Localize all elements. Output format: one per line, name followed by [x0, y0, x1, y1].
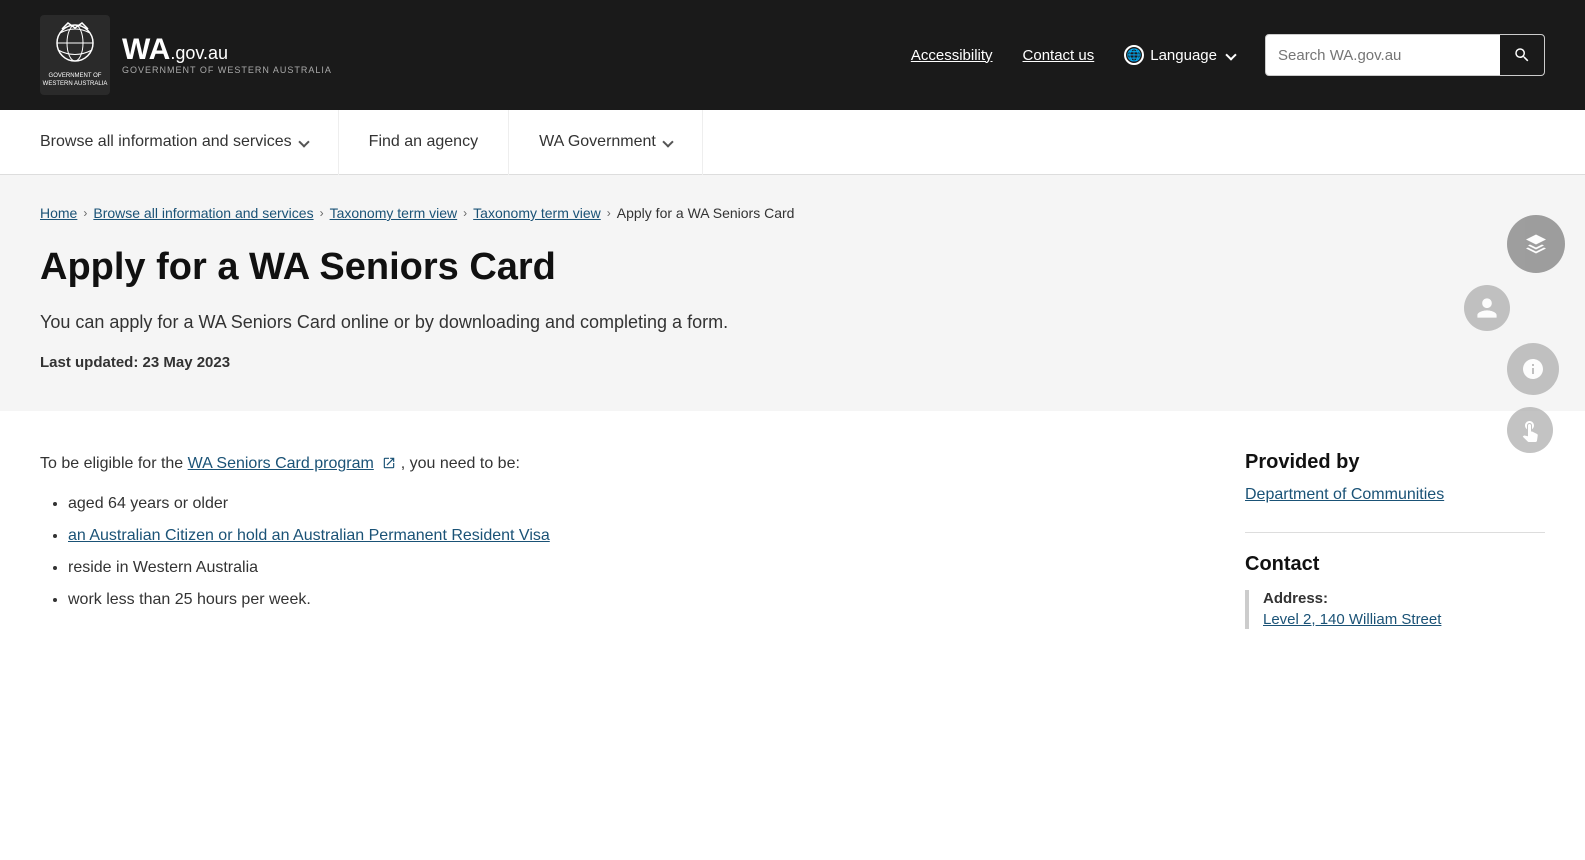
contact-title: Contact: [1245, 553, 1545, 576]
breadcrumb: Home › Browse all information and servic…: [40, 205, 1545, 221]
nav-wa-government[interactable]: WA Government: [509, 110, 703, 175]
logo[interactable]: GOVERNMENT OF WESTERN AUSTRALIA WA.gov.a…: [40, 15, 332, 95]
list-item: an Australian Citizen or hold an Austral…: [68, 524, 1185, 548]
logo-wa: WA: [122, 33, 170, 66]
wa-emblem-icon: GOVERNMENT OF WESTERN AUSTRALIA: [40, 15, 110, 95]
contact-section: Contact Address: Level 2, 140 William St…: [1245, 532, 1545, 629]
site-header: GOVERNMENT OF WESTERN AUSTRALIA WA.gov.a…: [0, 0, 1585, 110]
logo-subtitle: GOVERNMENT OF WESTERN AUSTRALIA: [122, 65, 332, 75]
provided-by-section: Provided by Department of Communities: [1245, 451, 1545, 504]
page-subtitle: You can apply for a WA Seniors Card onli…: [40, 309, 1545, 336]
search-icon: [1513, 46, 1531, 64]
svg-text:WESTERN AUSTRALIA: WESTERN AUSTRALIA: [43, 81, 108, 87]
wa-gov-chevron-icon: [662, 136, 673, 147]
breadcrumb-home[interactable]: Home: [40, 205, 77, 221]
last-updated: Last updated: 23 May 2023: [40, 354, 1545, 371]
contact-details: Address: Level 2, 140 William Street: [1245, 590, 1545, 629]
seniors-card-program-link[interactable]: WA Seniors Card program: [188, 455, 374, 472]
browse-chevron-icon: [298, 136, 309, 147]
breadcrumb-taxonomy-2[interactable]: Taxonomy term view: [473, 205, 601, 221]
layers-button[interactable]: [1507, 215, 1565, 273]
list-item: aged 64 years or older: [68, 492, 1185, 516]
search-button[interactable]: [1500, 34, 1544, 76]
page-header: Home › Browse all information and servic…: [0, 175, 1585, 411]
svg-text:GOVERNMENT OF: GOVERNMENT OF: [49, 73, 102, 79]
breadcrumb-current: Apply for a WA Seniors Card: [617, 205, 795, 221]
language-chevron-icon: [1225, 49, 1236, 60]
page-title: Apply for a WA Seniors Card: [40, 245, 1545, 291]
info-icon: [1521, 357, 1545, 381]
breadcrumb-sep-3: ›: [463, 206, 467, 220]
info-button[interactable]: [1507, 343, 1559, 395]
language-label: Language: [1150, 47, 1217, 64]
address-label: Address:: [1263, 590, 1545, 607]
accessibility-link[interactable]: Accessibility: [911, 47, 993, 64]
person-icon: [1475, 296, 1499, 320]
search-bar: [1265, 34, 1545, 76]
provided-by-title: Provided by: [1245, 451, 1545, 474]
touch-button[interactable]: [1507, 407, 1553, 453]
permanent-resident-link[interactable]: an Australian Citizen or hold an Austral…: [68, 527, 550, 544]
person-button[interactable]: [1464, 285, 1510, 331]
sidebar: Provided by Department of Communities Co…: [1245, 451, 1545, 643]
touch-icon: [1518, 418, 1542, 442]
breadcrumb-sep-1: ›: [83, 206, 87, 220]
logo-domain: .gov.au: [170, 43, 228, 63]
provider-link[interactable]: Department of Communities: [1245, 486, 1444, 503]
breadcrumb-browse[interactable]: Browse all information and services: [93, 205, 313, 221]
contact-link[interactable]: Contact us: [1023, 47, 1095, 64]
breadcrumb-sep-2: ›: [320, 206, 324, 220]
side-buttons: [1507, 215, 1565, 453]
globe-icon: 🌐: [1124, 45, 1144, 65]
top-nav: Browse all information and services Find…: [0, 110, 1585, 175]
content-left: To be eligible for the WA Seniors Card p…: [40, 451, 1185, 643]
breadcrumb-taxonomy-1[interactable]: Taxonomy term view: [330, 205, 458, 221]
nav-find-agency[interactable]: Find an agency: [339, 110, 509, 175]
eligibility-intro: To be eligible for the WA Seniors Card p…: [40, 451, 1185, 477]
external-link-icon: [382, 456, 396, 470]
header-nav: Accessibility Contact us 🌐 Language: [911, 34, 1545, 76]
address-value-link[interactable]: Level 2, 140 William Street: [1263, 611, 1441, 628]
layers-icon: [1524, 232, 1548, 256]
language-selector[interactable]: 🌐 Language: [1124, 45, 1235, 65]
breadcrumb-sep-4: ›: [607, 206, 611, 220]
eligibility-list: aged 64 years or older an Australian Cit…: [40, 492, 1185, 612]
list-item: reside in Western Australia: [68, 556, 1185, 580]
nav-browse[interactable]: Browse all information and services: [40, 110, 339, 175]
main-content: To be eligible for the WA Seniors Card p…: [0, 411, 1585, 683]
search-input[interactable]: [1266, 47, 1500, 64]
list-item: work less than 25 hours per week.: [68, 588, 1185, 612]
